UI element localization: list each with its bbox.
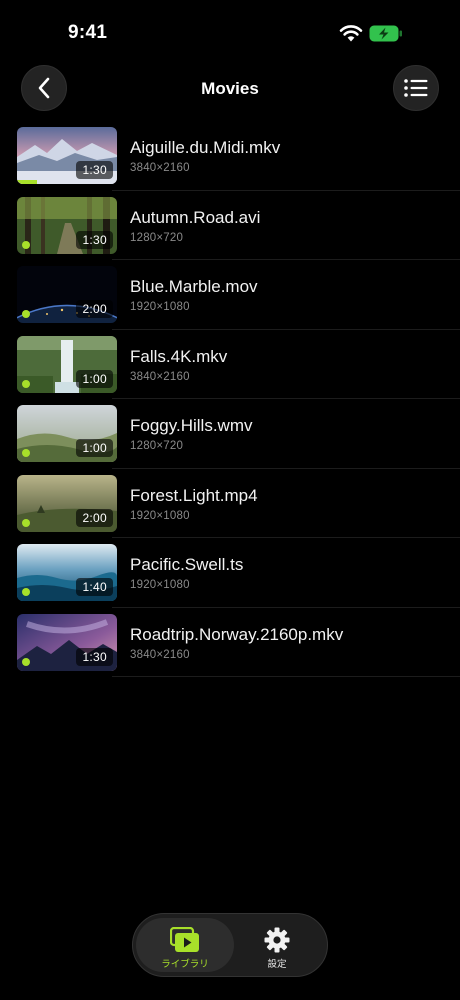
tab-library[interactable]: ライブラリ [136, 918, 234, 972]
duration-badge: 1:30 [76, 647, 113, 666]
duration-badge: 1:00 [76, 439, 113, 457]
video-resolution: 1920×1080 [130, 509, 190, 522]
video-thumbnail: 1:00 [17, 335, 117, 393]
video-row[interactable]: 2:00 Blue.Marble.mov 1920×1080 [0, 260, 460, 330]
video-resolution: 1920×1080 [130, 579, 190, 591]
video-resolution: 3840×2160 [130, 648, 190, 661]
video-title: Pacific.Swell.ts [130, 555, 244, 574]
tab-settings-label: 設定 [267, 959, 287, 970]
watch-progress-bar [17, 180, 37, 184]
duration-badge: 1:30 [76, 161, 113, 179]
unwatched-dot [22, 449, 30, 457]
tab-settings[interactable]: 設定 [236, 918, 318, 972]
video-row[interactable]: 1:30 Aiguille.du.Midi.mkv 3840×2160 [0, 121, 460, 191]
wifi-icon [339, 25, 363, 42]
video-row[interactable]: 1:30 Autumn.Road.avi 1280×720 [0, 191, 460, 260]
play-library-icon [170, 927, 199, 952]
video-thumbnail: 2:00 [17, 266, 117, 323]
video-resolution: 1280×720 [130, 440, 184, 452]
video-thumbnail: 1:00 [17, 405, 117, 462]
video-thumbnail: 1:30 [17, 613, 117, 671]
gear-icon [264, 927, 290, 953]
duration-badge: 1:00 [76, 369, 113, 388]
video-row[interactable]: 1:30 Roadtrip.Norway.2160p.mkv 3840×2160 [0, 608, 460, 677]
video-thumbnail: 2:00 [17, 474, 117, 532]
video-row[interactable]: 1:00 Falls.4K.mkv 3840×2160 [0, 330, 460, 399]
video-resolution: 3840×2160 [130, 370, 190, 383]
video-title: Blue.Marble.mov [130, 277, 258, 296]
row-divider [112, 676, 460, 677]
page-title: Movies [201, 79, 259, 98]
video-title: Autumn.Road.avi [130, 207, 261, 227]
unwatched-dot [22, 588, 30, 596]
video-resolution: 1280×720 [130, 231, 184, 244]
status-bar: 9:41 [0, 0, 460, 64]
video-title: Forest.Light.mp4 [130, 485, 258, 505]
duration-badge: 2:00 [76, 300, 113, 318]
video-title: Roadtrip.Norway.2160p.mkv [130, 624, 344, 644]
tab-bar: ライブラリ 設定 [132, 913, 328, 977]
unwatched-dot [22, 310, 30, 318]
unwatched-dot [22, 657, 30, 666]
video-title: Falls.4K.mkv [130, 346, 228, 366]
video-title: Aiguille.du.Midi.mkv [130, 138, 281, 157]
status-time: 9:41 [68, 22, 108, 43]
video-resolution: 1920×1080 [130, 301, 190, 313]
video-list: 1:30 Aiguille.du.Midi.mkv 3840×2160 1:30 Au… [0, 121, 460, 677]
video-row[interactable]: 1:40 Pacific.Swell.ts 1920×1080 [0, 538, 460, 608]
video-thumbnail: 1:30 [17, 196, 117, 254]
video-resolution: 3840×2160 [130, 162, 190, 174]
unwatched-dot [22, 518, 30, 527]
duration-badge: 1:40 [76, 578, 113, 596]
list-icon [404, 79, 428, 97]
battery-charging-icon [369, 25, 402, 42]
list-view-button[interactable] [393, 65, 439, 111]
video-thumbnail: 1:40 [17, 544, 117, 601]
video-thumbnail: 1:30 [17, 127, 117, 184]
video-row[interactable]: 2:00 Forest.Light.mp4 1920×1080 [0, 469, 460, 538]
duration-badge: 1:30 [76, 230, 113, 249]
duration-badge: 2:00 [76, 508, 113, 527]
tab-library-label: ライブラリ [161, 959, 209, 970]
unwatched-dot [22, 379, 30, 388]
unwatched-dot [22, 240, 30, 249]
video-title: Foggy.Hills.wmv [130, 416, 253, 435]
video-row[interactable]: 1:00 Foggy.Hills.wmv 1280×720 [0, 399, 460, 469]
